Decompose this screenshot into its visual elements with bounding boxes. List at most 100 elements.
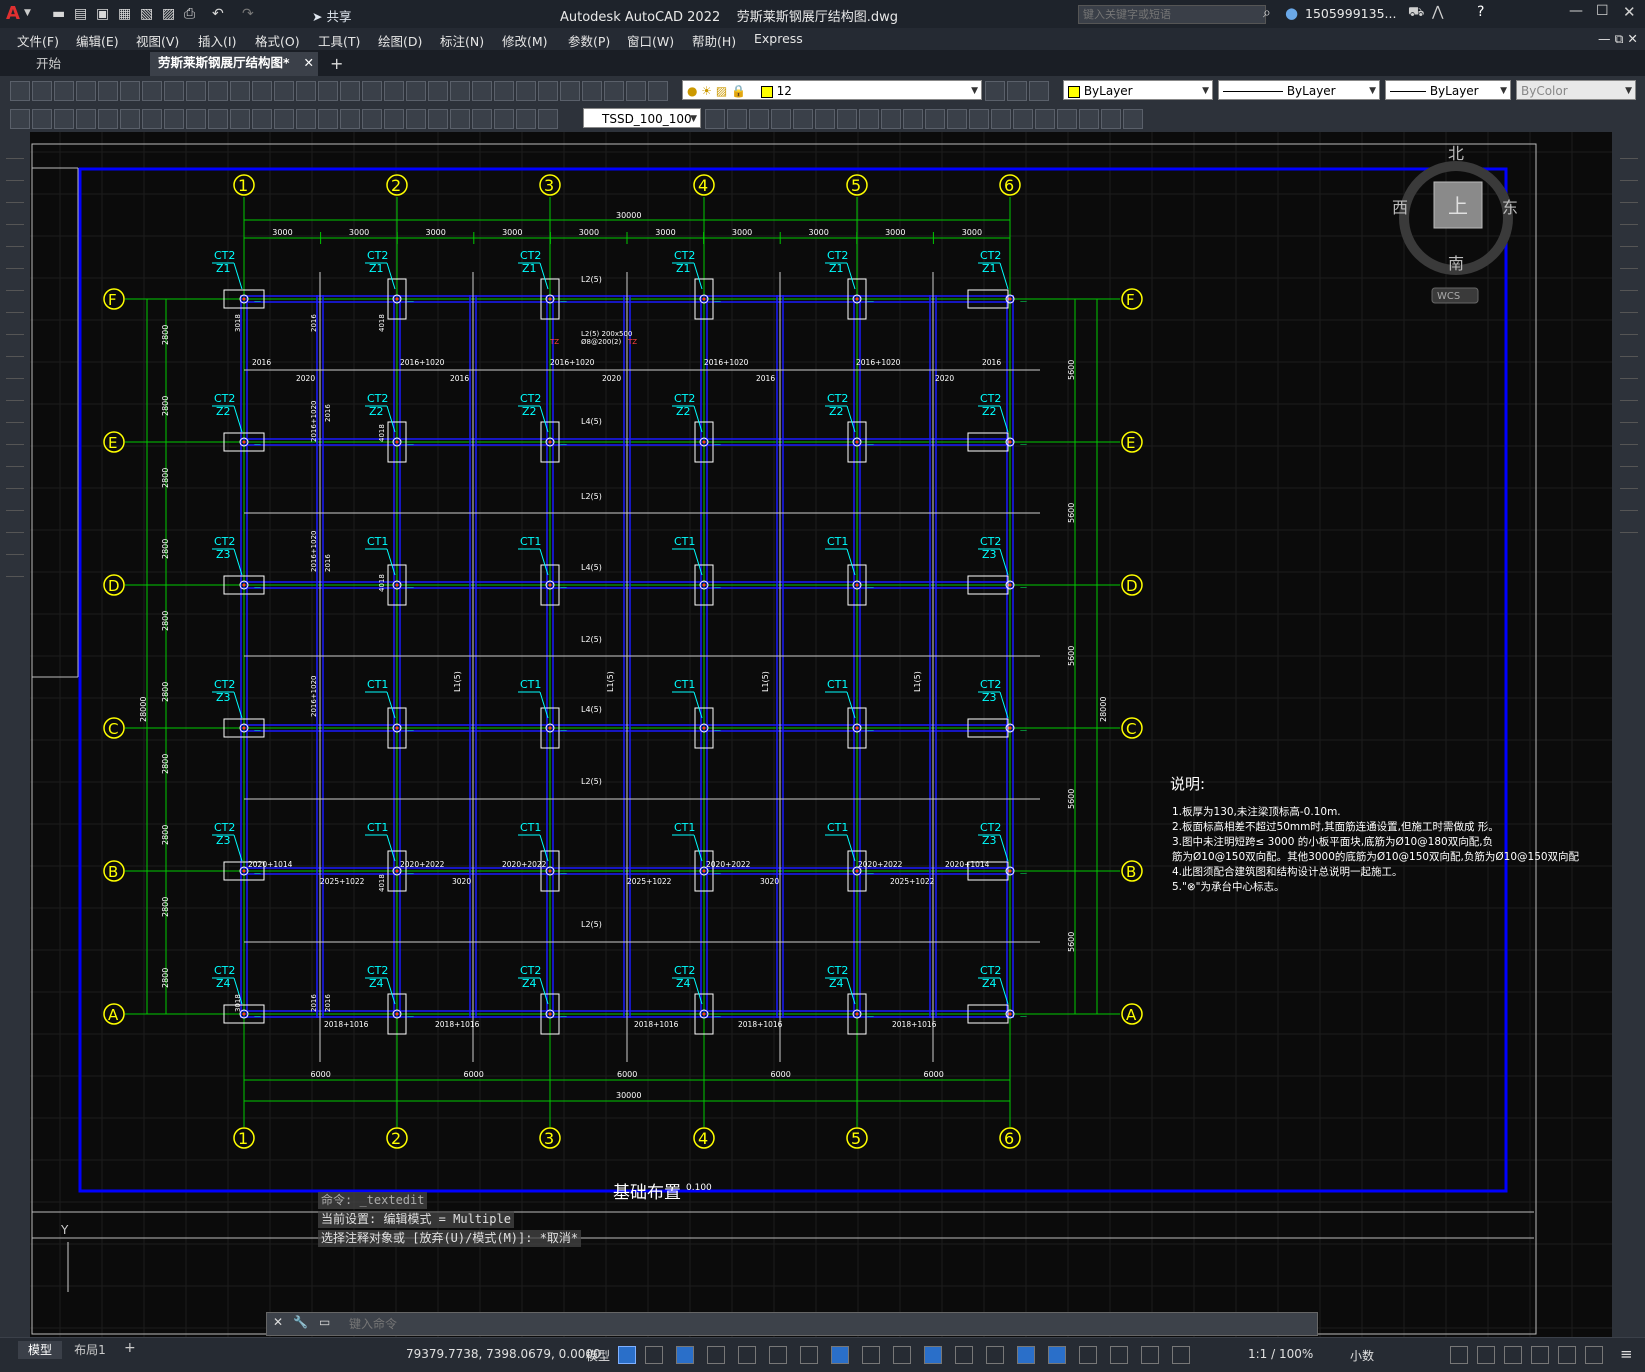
modify-tool-icon-17[interactable]: [1079, 109, 1099, 129]
draw-tool-icon-9[interactable]: [208, 109, 228, 129]
standard-tool-icon-20[interactable]: [450, 81, 470, 101]
status-toggle-icon-1[interactable]: [676, 1346, 694, 1364]
right-tool-icon-1[interactable]: [1620, 162, 1638, 181]
customize-icon[interactable]: ≡: [1620, 1345, 1633, 1363]
color-combo[interactable]: ByLayer ▼: [1063, 80, 1213, 100]
linetype-combo[interactable]: ByLayer ▼: [1218, 80, 1380, 100]
right-tool-icon-3[interactable]: [1620, 206, 1638, 225]
draw-tool-icon-20[interactable]: [450, 109, 470, 129]
standard-tool-icon-17[interactable]: [384, 81, 404, 101]
modify-tool-icon-10[interactable]: [925, 109, 945, 129]
status-toggle-icon-11[interactable]: [986, 1346, 1004, 1364]
user-icon[interactable]: ●: [1285, 4, 1298, 22]
status-toggle-icon-6[interactable]: [831, 1346, 849, 1364]
redo-icon[interactable]: ↷: [242, 5, 254, 23]
modify-tool-icon-19[interactable]: [1123, 109, 1143, 129]
right-tool-icon-12[interactable]: [1620, 404, 1638, 423]
modify-tool-icon-11[interactable]: [947, 109, 967, 129]
draw-tool-icon-18[interactable]: [406, 109, 426, 129]
modify-tool-icon-8[interactable]: [881, 109, 901, 129]
menu-item-9[interactable]: 参数(P): [568, 31, 610, 50]
draw-tool-icon-11[interactable]: [252, 109, 272, 129]
app-menu-chevron-icon[interactable]: ▼: [24, 8, 31, 18]
draw-tool-icon-22[interactable]: [494, 109, 514, 129]
menu-item-5[interactable]: 工具(T): [318, 31, 360, 50]
standard-tool-icon-12[interactable]: [274, 81, 294, 101]
close-button[interactable]: ✕: [1623, 3, 1636, 21]
draw-tool-icon-15[interactable]: [340, 109, 360, 129]
units-label[interactable]: 小数: [1350, 1347, 1374, 1364]
app-logo[interactable]: A: [6, 3, 20, 24]
right-tool-icon-10[interactable]: [1620, 360, 1638, 379]
status-toggle-icon-3[interactable]: [738, 1346, 756, 1364]
draw-tool-icon-21[interactable]: [472, 109, 492, 129]
annotation-scale[interactable]: 1:1 / 100%: [1248, 1347, 1313, 1361]
draw-tool-icon-10[interactable]: [230, 109, 250, 129]
left-tool-icon-10[interactable]: [6, 360, 24, 379]
standard-tool-icon-14[interactable]: [318, 81, 338, 101]
layer-tools-tool-icon-1[interactable]: [1007, 81, 1027, 101]
standard-tool-icon-9[interactable]: [208, 81, 228, 101]
left-tool-icon-5[interactable]: [6, 250, 24, 269]
left-tool-icon-11[interactable]: [6, 382, 24, 401]
coordinates-readout[interactable]: 79379.7738, 7398.0679, 0.0000: [406, 1347, 601, 1361]
left-tool-icon-9[interactable]: [6, 338, 24, 357]
status-toggle-icon-9[interactable]: [924, 1346, 942, 1364]
standard-tool-icon-19[interactable]: [428, 81, 448, 101]
draw-tool-icon-8[interactable]: [186, 109, 206, 129]
right-tool-icon-8[interactable]: [1620, 316, 1638, 335]
left-tool-icon-18[interactable]: [6, 536, 24, 555]
status-toggle-icon-7[interactable]: [862, 1346, 880, 1364]
menu-item-12[interactable]: Express: [754, 31, 803, 46]
left-tool-icon-1[interactable]: [6, 162, 24, 181]
menu-item-2[interactable]: 视图(V): [136, 31, 179, 50]
saveas-icon[interactable]: ▦: [118, 5, 131, 23]
draw-tool-icon-19[interactable]: [428, 109, 448, 129]
standard-tool-icon-27[interactable]: [604, 81, 624, 101]
left-tool-icon-17[interactable]: [6, 514, 24, 533]
left-tool-icon-0[interactable]: [6, 140, 24, 159]
status-toggle-icon-5[interactable]: [800, 1346, 818, 1364]
standard-tool-icon-6[interactable]: [142, 81, 162, 101]
status-extra-icon-3[interactable]: [1531, 1346, 1549, 1364]
status-toggle-icon-4[interactable]: [769, 1346, 787, 1364]
standard-tool-icon-8[interactable]: [186, 81, 206, 101]
standard-tool-icon-1[interactable]: [32, 81, 52, 101]
standard-tool-icon-5[interactable]: [120, 81, 140, 101]
draw-tool-icon-4[interactable]: [98, 109, 118, 129]
status-extra-icon-1[interactable]: [1477, 1346, 1495, 1364]
right-tool-icon-0[interactable]: [1620, 140, 1638, 159]
left-tool-icon-4[interactable]: [6, 228, 24, 247]
viewcube-south[interactable]: 南: [1448, 254, 1464, 273]
viewcube-west[interactable]: 西: [1392, 198, 1408, 217]
status-extra-icon-4[interactable]: [1558, 1346, 1576, 1364]
right-tool-icon-16[interactable]: [1620, 492, 1638, 511]
right-tool-icon-7[interactable]: [1620, 294, 1638, 313]
grid-toggle-icon[interactable]: [618, 1346, 636, 1364]
standard-tool-icon-18[interactable]: [406, 81, 426, 101]
standard-tool-icon-13[interactable]: [296, 81, 316, 101]
draw-tool-icon-6[interactable]: [142, 109, 162, 129]
draw-tool-icon-1[interactable]: [32, 109, 52, 129]
modify-tool-icon-4[interactable]: [793, 109, 813, 129]
layer-tools-tool-icon-0[interactable]: [985, 81, 1005, 101]
left-tool-icon-7[interactable]: [6, 294, 24, 313]
new-tab-button[interactable]: +: [330, 54, 343, 73]
left-tool-icon-6[interactable]: [6, 272, 24, 291]
modify-tool-icon-1[interactable]: [727, 109, 747, 129]
right-tool-icon-9[interactable]: [1620, 338, 1638, 357]
status-toggle-icon-8[interactable]: [893, 1346, 911, 1364]
modify-tool-icon-13[interactable]: [991, 109, 1011, 129]
draw-tool-icon-16[interactable]: [362, 109, 382, 129]
left-tool-icon-3[interactable]: [6, 206, 24, 225]
plot-icon[interactable]: ⎙: [184, 5, 195, 23]
draw-tool-icon-5[interactable]: [120, 109, 140, 129]
drawing-canvas[interactable]: 112233445566FFEEDDCCBBAA CT2 Z1— CT2 Z1— CT2…: [30, 132, 1612, 1337]
status-extra-icon-5[interactable]: [1585, 1346, 1603, 1364]
tab-start[interactable]: 开始: [28, 54, 154, 74]
status-toggle-icon-15[interactable]: [1110, 1346, 1128, 1364]
maximize-button[interactable]: ☐: [1596, 3, 1609, 19]
modify-tool-icon-2[interactable]: [749, 109, 769, 129]
draw-tool-icon-0[interactable]: [10, 109, 30, 129]
standard-tool-icon-23[interactable]: [516, 81, 536, 101]
